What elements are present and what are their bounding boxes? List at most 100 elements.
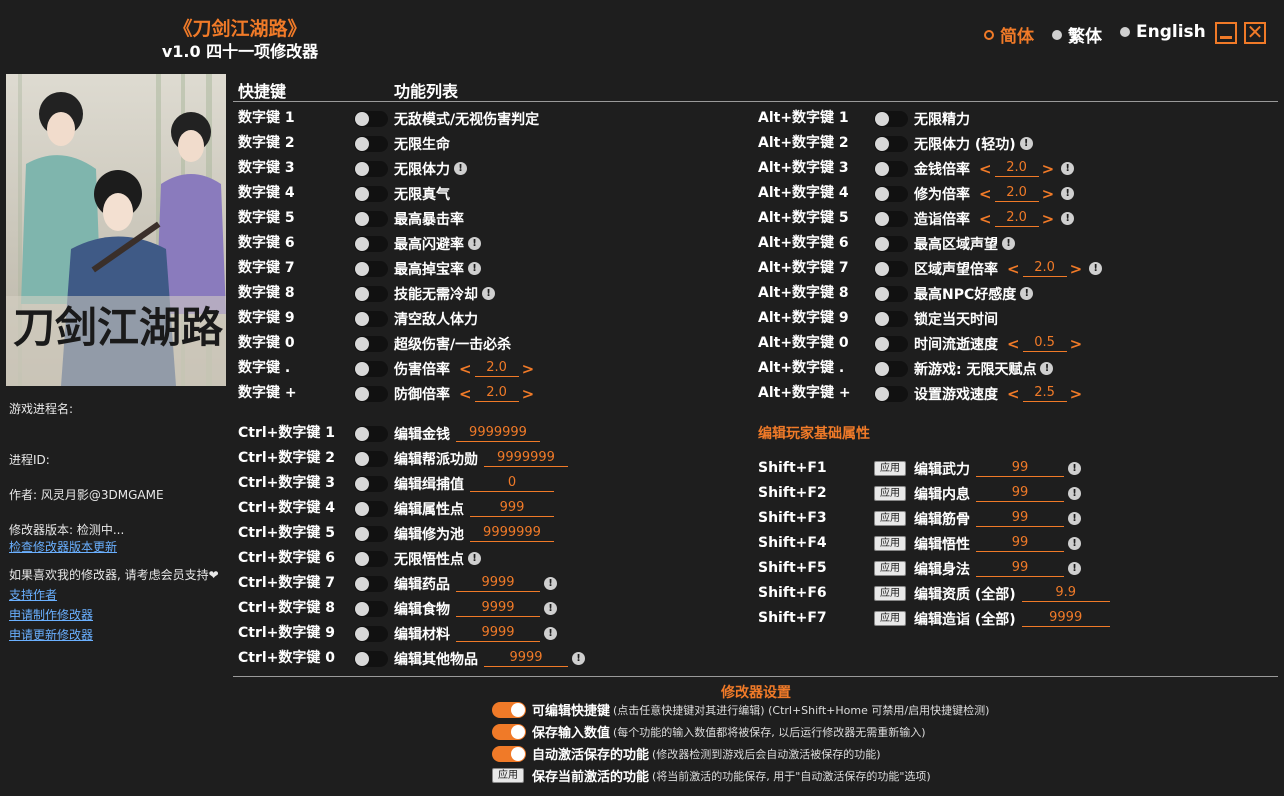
decrease-arrow-icon[interactable]: < [456, 360, 475, 378]
feature-toggle[interactable] [354, 426, 388, 442]
auto-activate-toggle[interactable] [492, 745, 526, 762]
value-input[interactable]: 2.0 [994, 160, 1039, 177]
increase-arrow-icon[interactable]: > [1039, 160, 1058, 178]
hotkey-label[interactable]: 数字键 5 [238, 206, 295, 231]
apply-button[interactable]: 应用 [874, 586, 906, 601]
hotkey-label[interactable]: 数字键 1 [238, 106, 295, 131]
apply-button[interactable]: 应用 [874, 486, 906, 501]
feature-toggle[interactable] [354, 651, 388, 667]
value-input[interactable]: 99 [976, 535, 1064, 552]
support-author-link[interactable]: 支持作者 [9, 586, 57, 603]
decrease-arrow-icon[interactable]: < [976, 210, 995, 228]
feature-toggle[interactable] [874, 161, 908, 177]
hotkey-label[interactable]: Ctrl+数字键 1 [238, 421, 335, 446]
hotkey-label[interactable]: Ctrl+数字键 3 [238, 471, 335, 496]
apply-button[interactable]: 应用 [874, 611, 906, 626]
hotkey-label[interactable]: 数字键 . [238, 356, 290, 381]
feature-toggle[interactable] [354, 336, 388, 352]
value-input[interactable]: 9999 [484, 650, 568, 667]
value-input[interactable]: 9.9 [1021, 585, 1110, 602]
hotkey-label[interactable]: Shift+F7 [758, 606, 827, 631]
feature-toggle[interactable] [874, 286, 908, 302]
hotkey-label[interactable]: Shift+F4 [758, 531, 827, 556]
value-input[interactable]: 9999 [456, 625, 540, 642]
feature-toggle[interactable] [874, 386, 908, 402]
hotkey-label[interactable]: Alt+数字键 6 [758, 231, 849, 256]
save-active-apply-button[interactable]: 应用 [492, 768, 524, 783]
value-input[interactable]: 99 [976, 460, 1064, 477]
value-input[interactable]: 2.0 [994, 185, 1039, 202]
value-input[interactable]: 9999 [456, 600, 540, 617]
feature-toggle[interactable] [354, 501, 388, 517]
apply-button[interactable]: 应用 [874, 536, 906, 551]
increase-arrow-icon[interactable]: > [1067, 385, 1086, 403]
increase-arrow-icon[interactable]: > [519, 360, 538, 378]
feature-toggle[interactable] [354, 551, 388, 567]
decrease-arrow-icon[interactable]: < [976, 160, 995, 178]
hotkey-label[interactable]: Ctrl+数字键 4 [238, 496, 335, 521]
feature-toggle[interactable] [354, 136, 388, 152]
hotkey-label[interactable]: 数字键 8 [238, 281, 295, 306]
increase-arrow-icon[interactable]: > [1067, 335, 1086, 353]
feature-toggle[interactable] [874, 311, 908, 327]
feature-toggle[interactable] [354, 236, 388, 252]
feature-toggle[interactable] [354, 451, 388, 467]
feature-toggle[interactable] [354, 286, 388, 302]
lang-english[interactable]: English [1120, 22, 1206, 42]
hotkey-label[interactable]: Shift+F2 [758, 481, 827, 506]
hotkey-label[interactable]: Alt+数字键 . [758, 356, 844, 381]
value-input[interactable]: 99 [976, 560, 1064, 577]
feature-toggle[interactable] [354, 576, 388, 592]
apply-button[interactable]: 应用 [874, 511, 906, 526]
increase-arrow-icon[interactable]: > [519, 385, 538, 403]
apply-button[interactable]: 应用 [874, 461, 906, 476]
value-input[interactable]: 9999999 [456, 425, 540, 442]
hotkey-label[interactable]: Ctrl+数字键 5 [238, 521, 335, 546]
hotkey-label[interactable]: Shift+F6 [758, 581, 827, 606]
request-trainer-link[interactable]: 申请制作修改器 [9, 606, 93, 623]
decrease-arrow-icon[interactable]: < [456, 385, 475, 403]
increase-arrow-icon[interactable]: > [1039, 185, 1058, 203]
feature-toggle[interactable] [354, 311, 388, 327]
feature-toggle[interactable] [354, 386, 388, 402]
hotkey-label[interactable]: Ctrl+数字键 7 [238, 571, 335, 596]
close-button[interactable]: ✕ [1244, 22, 1266, 44]
save-values-toggle[interactable] [492, 723, 526, 740]
feature-toggle[interactable] [354, 361, 388, 377]
feature-toggle[interactable] [874, 111, 908, 127]
hotkey-label[interactable]: Alt+数字键 + [758, 381, 851, 406]
editable-hotkeys-toggle[interactable] [492, 701, 526, 718]
minimize-button[interactable] [1215, 22, 1237, 44]
hotkey-label[interactable]: 数字键 9 [238, 306, 295, 331]
value-input[interactable]: 0 [470, 475, 554, 492]
hotkey-label[interactable]: Ctrl+数字键 9 [238, 621, 335, 646]
feature-toggle[interactable] [354, 186, 388, 202]
hotkey-label[interactable]: Shift+F3 [758, 506, 827, 531]
decrease-arrow-icon[interactable]: < [1004, 335, 1023, 353]
value-input[interactable]: 2.5 [1022, 385, 1067, 402]
value-input[interactable]: 99 [976, 510, 1064, 527]
feature-toggle[interactable] [354, 211, 388, 227]
value-input[interactable]: 2.0 [474, 360, 519, 377]
hotkey-label[interactable]: Alt+数字键 2 [758, 131, 849, 156]
hotkey-label[interactable]: Alt+数字键 1 [758, 106, 849, 131]
feature-toggle[interactable] [354, 161, 388, 177]
hotkey-label[interactable]: Alt+数字键 4 [758, 181, 849, 206]
feature-toggle[interactable] [874, 336, 908, 352]
feature-toggle[interactable] [354, 626, 388, 642]
decrease-arrow-icon[interactable]: < [976, 185, 995, 203]
hotkey-label[interactable]: Ctrl+数字键 0 [238, 646, 335, 671]
hotkey-label[interactable]: Ctrl+数字键 8 [238, 596, 335, 621]
hotkey-label[interactable]: 数字键 4 [238, 181, 295, 206]
feature-toggle[interactable] [874, 261, 908, 277]
feature-toggle[interactable] [874, 186, 908, 202]
value-input[interactable]: 2.0 [1022, 260, 1067, 277]
hotkey-label[interactable]: Alt+数字键 3 [758, 156, 849, 181]
lang-traditional[interactable]: 繁体 [1052, 22, 1102, 47]
hotkey-label[interactable]: Alt+数字键 5 [758, 206, 849, 231]
feature-toggle[interactable] [354, 261, 388, 277]
feature-toggle[interactable] [874, 211, 908, 227]
hotkey-label[interactable]: Shift+F5 [758, 556, 827, 581]
hotkey-label[interactable]: Shift+F1 [758, 456, 827, 481]
decrease-arrow-icon[interactable]: < [1004, 260, 1023, 278]
